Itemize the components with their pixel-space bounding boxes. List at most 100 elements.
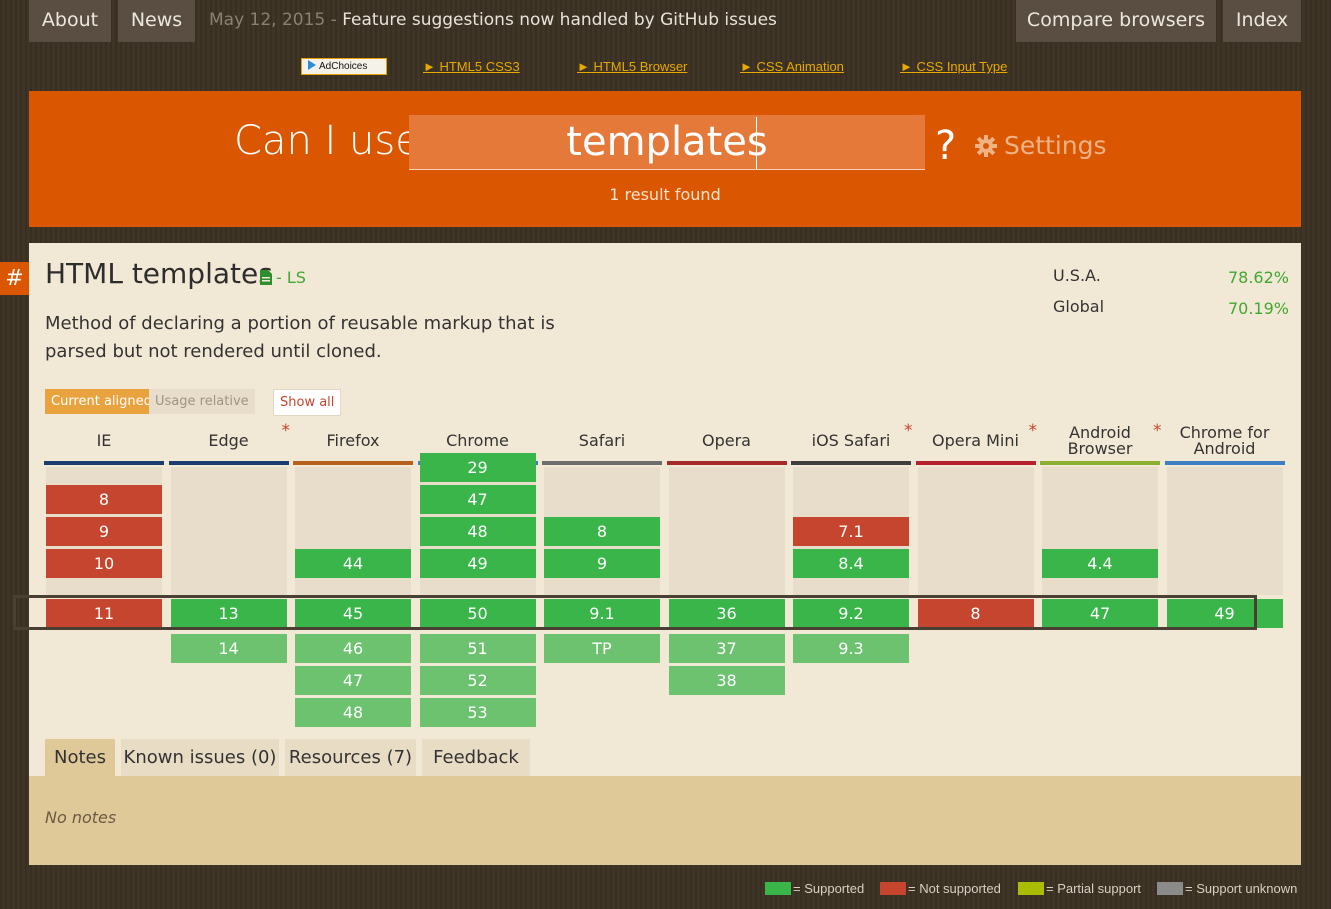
adchoices-badge[interactable]: AdChoices [301,58,387,75]
legend-label: = Support unknown [1185,881,1298,896]
version-cell[interactable]: 8 [544,517,660,546]
index-button[interactable]: Index [1223,0,1301,42]
browser-name[interactable]: Edge [169,433,289,449]
legend-swatch [1018,882,1044,895]
prefix-note-marker[interactable]: * [904,421,913,441]
browser-name[interactable]: Firefox [293,433,413,449]
adchoices-icon [308,60,316,70]
browser-color-bar [542,461,662,465]
browser-name[interactable]: Chrome for Android [1165,425,1285,457]
legend-label: = Supported [793,881,865,896]
feature-panel: HTML templates - LS Method of declaring … [29,243,1301,865]
current-aligned-toggle[interactable]: Current aligned [45,389,158,414]
version-cell[interactable]: 44 [295,549,411,578]
version-cell[interactable]: 9.3 [793,634,909,663]
notes-text: No notes [45,808,117,827]
settings-button[interactable]: Settings [974,131,1107,160]
version-cell[interactable]: 38 [668,666,785,695]
version-cell[interactable]: TP [544,634,660,663]
version-cell[interactable]: 8 [46,485,162,514]
ad-link[interactable]: ► CSS Input Type [900,59,1007,74]
ad-link[interactable]: ► HTML5 CSS3 [423,59,520,74]
news-date: May 12, 2015 - [209,10,343,30]
prefix-note-marker[interactable]: * [282,421,291,441]
usage-global-value: 70.19% [1227,299,1289,318]
browser-color-bar [1164,461,1285,465]
browser-color-bar [293,461,413,465]
compare-browsers-button[interactable]: Compare browsers [1016,0,1216,42]
browser-name[interactable]: Opera Mini [916,433,1036,449]
browser-name[interactable]: iOS Safari [791,433,911,449]
legend-support-unknown: = Support unknown [1157,881,1297,896]
browser-color-bar [666,461,787,465]
nav-about-button[interactable]: About [29,0,111,42]
result-count: 1 result found [609,185,721,204]
legend-not-supported: = Not supported [880,881,1001,896]
search-banner: Can I use ? Settings 1 result found [29,91,1301,227]
prefix-note-marker[interactable]: * [1029,421,1038,441]
show-all-button[interactable]: Show all [273,389,342,416]
tab-known-issues[interactable]: Known issues (0) [121,739,279,776]
gear-icon [975,135,997,157]
version-cell[interactable]: 52 [419,666,536,695]
prefix-note-marker[interactable]: * [1153,421,1162,441]
settings-label: Settings [1004,131,1107,160]
version-cell[interactable]: 46 [295,634,411,663]
current-version-highlight [13,595,1257,630]
version-cell[interactable]: 14 [170,634,287,663]
past-versions-area [1166,467,1283,595]
version-cell[interactable]: 4.4 [1042,549,1158,578]
notes-panel: No notes [29,776,1301,865]
usage-region-value: 78.62% [1227,268,1289,287]
nav-news-button[interactable]: News [118,0,195,42]
tab-notes[interactable]: Notes [45,739,115,776]
browser-name[interactable]: Safari [542,433,662,449]
legend-supported: = Supported [765,881,864,896]
tab-resources[interactable]: Resources (7) [285,739,416,776]
browser-name[interactable]: Chrome [418,433,538,449]
news-message[interactable]: Feature suggestions now handled by GitHu… [342,10,777,30]
usage-global-label: Global [1053,297,1105,316]
version-cell[interactable]: 37 [668,634,785,663]
search-prefix: Can I use [234,118,420,164]
legend-swatch [1157,882,1183,895]
version-cell[interactable]: 8.4 [793,549,909,578]
text-caret [756,117,757,169]
version-cell[interactable]: 9 [544,549,660,578]
version-cell[interactable]: 47 [295,666,411,695]
usage-region-label: U.S.A. [1053,266,1101,285]
search-input[interactable] [409,115,925,170]
past-versions-area [917,467,1034,595]
browser-color-bar [1040,461,1160,465]
feature-anchor-link[interactable]: # [0,262,29,295]
legend-partial-support: = Partial support [1018,881,1141,896]
browser-name[interactable]: Android Browser [1040,425,1160,457]
version-cell[interactable]: 49 [419,549,536,578]
browser-color-bar [168,461,289,465]
ad-link[interactable]: ► CSS Animation [740,59,844,74]
tab-feedback[interactable]: Feedback [422,739,530,776]
spec-status[interactable]: - LS [276,268,306,287]
ad-link[interactable]: ► HTML5 Browser [577,59,687,74]
version-cell[interactable]: 10 [46,549,162,578]
version-cell[interactable]: 29 [419,453,536,482]
version-cell[interactable]: 48 [419,517,536,546]
browser-name[interactable]: Opera [667,433,787,449]
usage-relative-toggle[interactable]: Usage relative [149,389,255,414]
version-cell[interactable]: 7.1 [793,517,909,546]
version-cell[interactable]: 51 [419,634,536,663]
legend-swatch [765,882,791,895]
past-versions-area [668,467,785,595]
browser-color-bar [791,461,911,465]
spec-document-icon[interactable] [260,270,272,285]
legend-label: = Partial support [1046,881,1142,896]
news-ticker[interactable]: May 12, 2015 - Feature suggestions now h… [209,10,777,30]
version-cell[interactable]: 9 [46,517,162,546]
feature-title[interactable]: HTML templates [45,257,273,290]
version-cell[interactable]: 47 [419,485,536,514]
legend-swatch [880,882,906,895]
browser-color-bar [44,461,164,465]
browser-name[interactable]: IE [44,433,164,449]
version-cell[interactable]: 48 [295,698,411,727]
version-cell[interactable]: 53 [419,698,536,727]
